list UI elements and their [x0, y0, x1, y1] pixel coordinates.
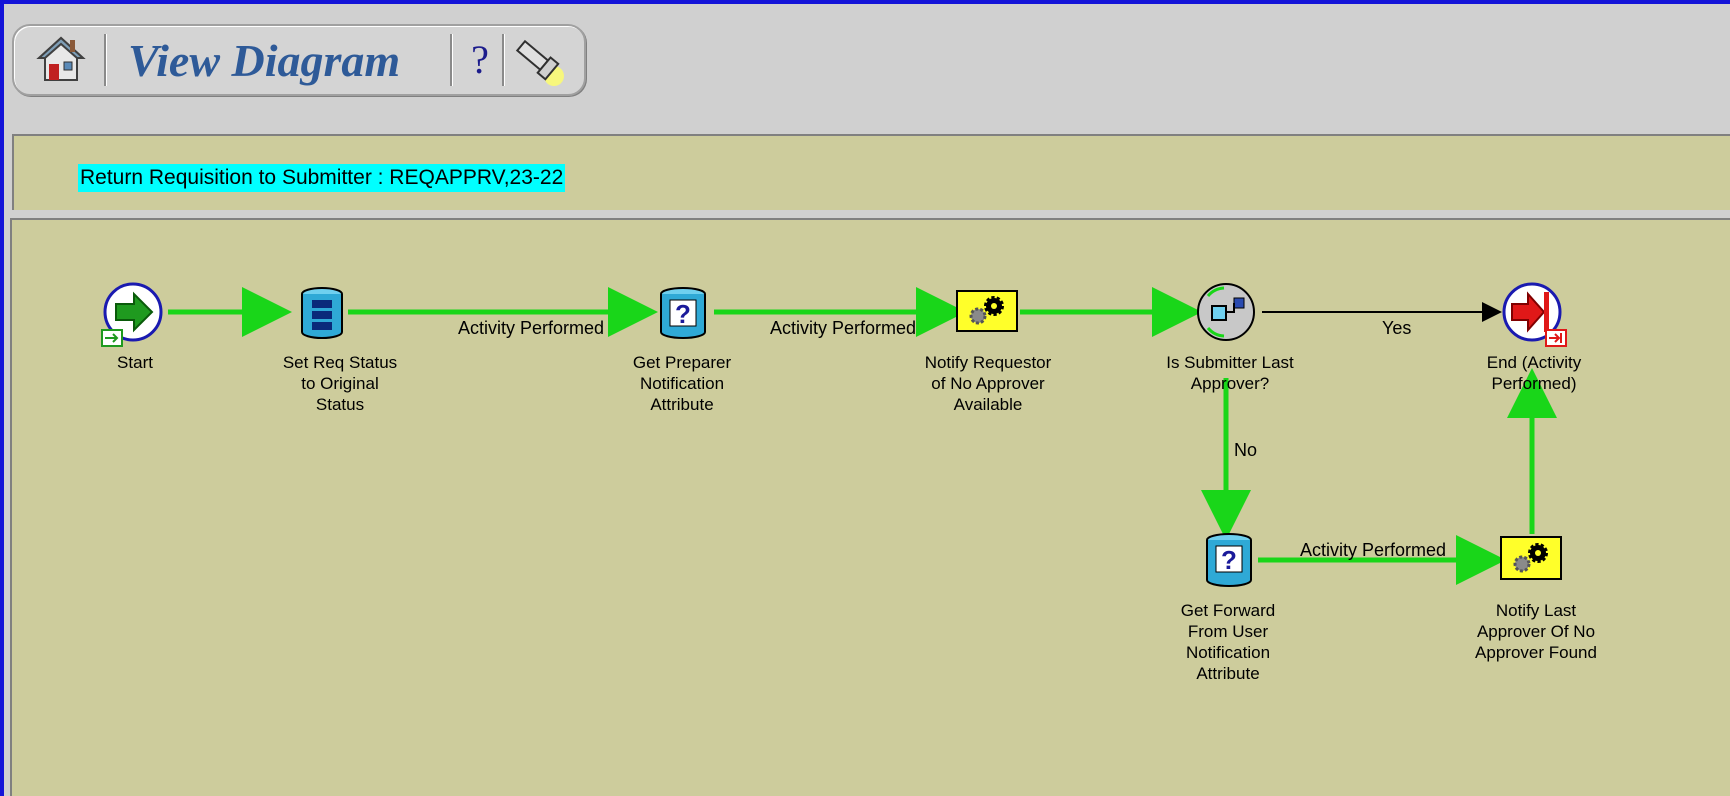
get-forward-node[interactable]: ? — [1202, 532, 1256, 588]
transition-label: Activity Performed — [1300, 540, 1447, 560]
get-preparer-label: Get Preparer Notification Attribute — [632, 353, 732, 414]
start-node[interactable] — [100, 282, 166, 348]
transition-label: Activity Performed — [458, 318, 605, 338]
home-button[interactable] — [36, 34, 86, 86]
notify-requestor-label: Notify Requestor of No Approver Availabl… — [924, 353, 1052, 414]
decision-icon — [1197, 283, 1255, 341]
toolbar: View Diagram ? — [12, 24, 586, 96]
database-question-icon: ? — [660, 287, 706, 339]
toolbar-divider — [104, 34, 107, 86]
diagram-canvas: Start Set Req Status to Original Status … — [10, 218, 1730, 796]
set-req-status-label: Set Req Status to Original Status — [282, 353, 398, 414]
is-submitter-node[interactable] — [1194, 282, 1260, 344]
is-submitter-label: Is Submitter Last Approver? — [1166, 353, 1294, 393]
transition-label-no: No — [1234, 440, 1258, 460]
database-question-icon: ? — [1206, 533, 1252, 587]
notification-gear-icon — [1500, 536, 1562, 580]
flashlight-icon — [515, 39, 564, 86]
notify-last-label: Notify Last Approver Of No Approver Foun… — [1475, 601, 1597, 662]
start-label: Start — [117, 353, 153, 372]
page-title: View Diagram — [128, 35, 401, 86]
flashlight-button[interactable] — [508, 32, 572, 90]
get-preparer-node[interactable]: ? — [656, 286, 710, 340]
diagram-transitions — [168, 287, 1557, 585]
end-node[interactable] — [1500, 282, 1570, 348]
notify-requestor-node[interactable] — [956, 290, 1018, 332]
set-req-status-node[interactable] — [298, 286, 346, 340]
toolbar-divider — [502, 34, 505, 86]
end-arrow-icon — [1502, 282, 1567, 347]
help-button[interactable]: ? — [462, 38, 498, 82]
start-arrow-icon — [101, 282, 163, 347]
database-function-icon — [301, 287, 343, 339]
process-title: Return Requisition to Submitter : REQAPP… — [78, 164, 566, 192]
svg-text:?: ? — [1221, 545, 1237, 575]
toolbar-divider — [450, 34, 453, 86]
process-header: Return Requisition to Submitter : REQAPP… — [12, 134, 1730, 210]
notify-last-node[interactable] — [1500, 536, 1562, 580]
house-icon — [36, 36, 86, 81]
transition-label-yes: Yes — [1382, 318, 1412, 338]
end-label: End (Activity Performed) — [1486, 353, 1582, 393]
transition-label: Activity Performed — [770, 318, 917, 338]
get-forward-label: Get Forward From User Notification Attri… — [1180, 601, 1276, 683]
notification-gear-icon — [956, 290, 1018, 332]
svg-text:?: ? — [675, 299, 691, 329]
